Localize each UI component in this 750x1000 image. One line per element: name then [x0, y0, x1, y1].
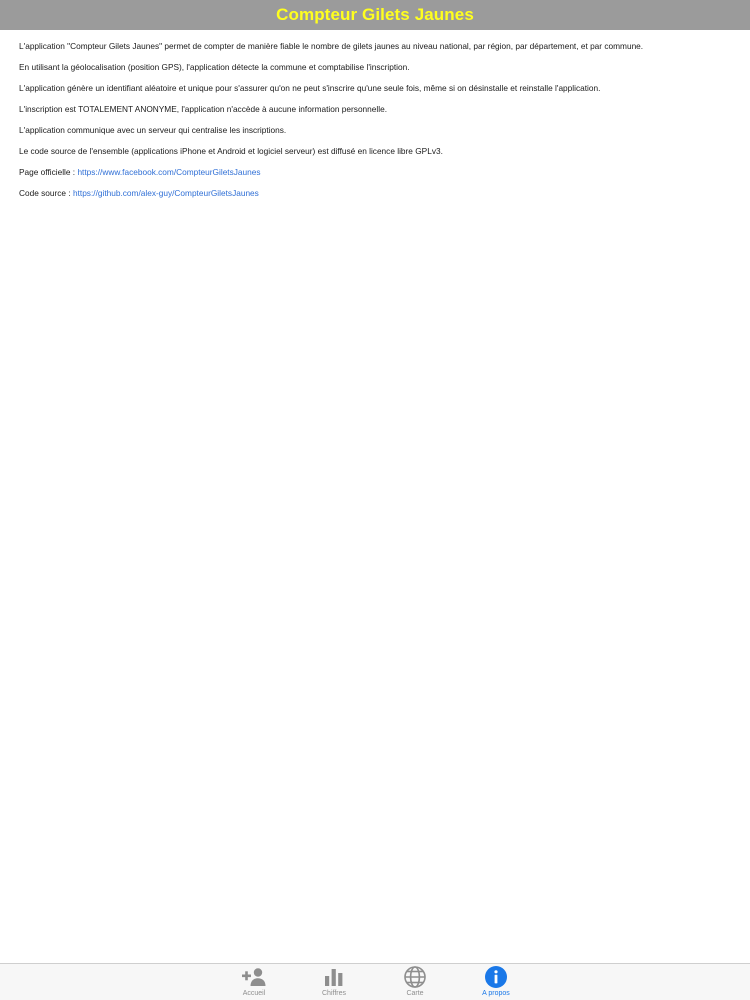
- tab-accueil[interactable]: Accueil: [224, 964, 284, 1000]
- about-content: L'application "Compteur Gilets Jaunes" p…: [19, 41, 734, 209]
- tab-label: Carte: [406, 990, 424, 997]
- info-icon: [483, 965, 509, 989]
- bar-chart-icon: [321, 965, 347, 989]
- paragraph-anonymous: L'inscription est TOTALEMENT ANONYME, l'…: [19, 104, 388, 114]
- paragraph-server: L'application communique avec un serveur…: [19, 125, 287, 135]
- official-page-label: Page officielle :: [19, 167, 78, 177]
- tab-bar: Accueil Chiffres Carte A propos: [0, 963, 750, 1000]
- paragraph-description: L'application "Compteur Gilets Jaunes" p…: [19, 41, 644, 51]
- tab-label: Chiffres: [322, 990, 346, 997]
- navigation-bar: Compteur Gilets Jaunes: [0, 0, 750, 30]
- source-code-link[interactable]: https://github.com/alex-guy/CompteurGile…: [73, 188, 259, 198]
- paragraph-geolocation: En utilisant la géolocalisation (positio…: [19, 62, 410, 72]
- tab-label: Accueil: [242, 990, 266, 997]
- add-user-icon: [241, 965, 267, 989]
- globe-icon: [402, 965, 428, 989]
- source-code-label: Code source :: [19, 188, 73, 198]
- paragraph-identifier: L'application génère un identifiant aléa…: [19, 83, 601, 93]
- page-title: Compteur Gilets Jaunes: [276, 5, 474, 24]
- official-page-line: Page officielle : https://www.facebook.c…: [19, 167, 734, 178]
- tab-chiffres[interactable]: Chiffres: [304, 964, 364, 1000]
- tab-carte[interactable]: Carte: [385, 964, 445, 1000]
- source-code-line: Code source : https://github.com/alex-gu…: [19, 188, 734, 199]
- paragraph-license: Le code source de l'ensemble (applicatio…: [19, 146, 443, 156]
- tab-a-propos[interactable]: A propos: [466, 964, 526, 1000]
- tab-label: A propos: [482, 990, 510, 997]
- official-page-link[interactable]: https://www.facebook.com/CompteurGiletsJ…: [77, 167, 260, 177]
